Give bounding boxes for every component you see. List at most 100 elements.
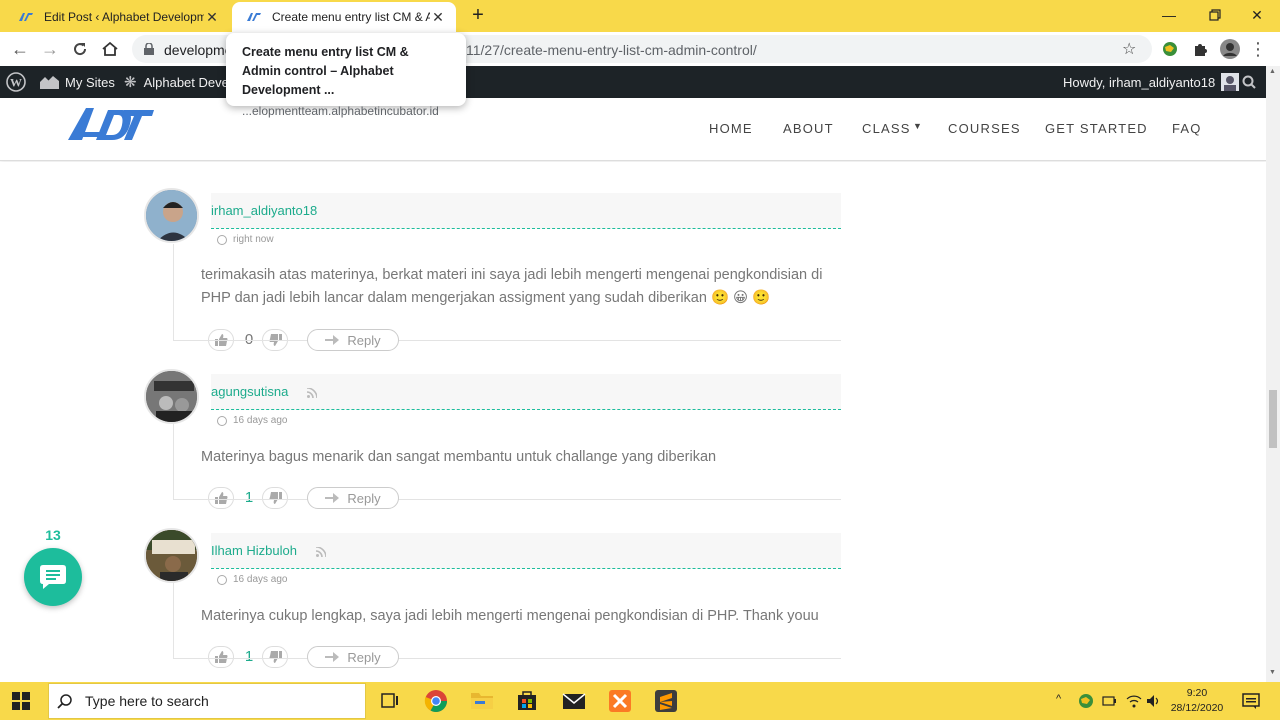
comment-divider <box>173 340 841 341</box>
clock-icon <box>217 234 227 245</box>
adt-favicon-icon <box>18 12 34 22</box>
search-icon[interactable] <box>1242 66 1256 98</box>
comment-text: terimakasih atas materinya, berkat mater… <box>201 267 823 306</box>
comment-divider <box>173 658 841 659</box>
url-text: developme <box>164 42 233 58</box>
tray-globe-icon[interactable] <box>1078 693 1094 714</box>
tab-title: Create menu entry list CM & Adm <box>272 10 430 24</box>
rss-icon <box>316 547 326 557</box>
windows-taskbar: Type here to search ^ 9:20 28/12/2020 <box>0 682 1280 720</box>
thumbs-down-icon[interactable] <box>262 646 288 668</box>
extensions-puzzle-icon[interactable] <box>1188 37 1212 61</box>
sublime-text-icon[interactable] <box>654 689 678 713</box>
reply-button[interactable]: Reply <box>307 487 399 509</box>
reply-button[interactable]: Reply <box>307 646 399 668</box>
chrome-icon[interactable] <box>424 689 448 713</box>
task-view-icon[interactable] <box>378 689 402 713</box>
nav-home[interactable]: HOME <box>709 121 753 136</box>
tab-title: Edit Post ‹ Alphabet Developmen <box>44 10 204 24</box>
reply-label: Reply <box>347 649 381 665</box>
reply-label: Reply <box>347 332 381 348</box>
page-scrollbar[interactable]: ▲ ▼ <box>1266 66 1280 682</box>
close-tab-icon[interactable]: ✕ <box>204 9 220 26</box>
wordpress-logo-icon[interactable]: W <box>6 66 26 98</box>
comment-text: Materinya bagus menarik dan sangat memba… <box>201 449 717 465</box>
wp-admin-bar: W My Sites ❋ Alphabet Deve Howdy, irham_… <box>0 66 1268 98</box>
volume-icon[interactable] <box>1146 693 1162 714</box>
restore-icon[interactable] <box>1192 0 1238 30</box>
comment-text: Materinya cukup lengkap, saya jadi lebih… <box>201 608 819 624</box>
wifi-icon[interactable] <box>1126 694 1142 713</box>
svg-text:W: W <box>10 76 22 90</box>
browser-tab-edit-post[interactable]: Edit Post ‹ Alphabet Developmen ✕ <box>4 2 230 32</box>
dropdown-caret-icon: ▼ <box>913 121 922 131</box>
adt-logo[interactable] <box>66 106 154 147</box>
adt-favicon-icon <box>246 12 262 22</box>
close-tab-icon[interactable]: ✕ <box>430 9 446 26</box>
browser-menu-icon[interactable]: ⋮ <box>1246 37 1270 61</box>
taskbar-search-input[interactable]: Type here to search <box>48 683 366 719</box>
system-clock[interactable]: 9:20 28/12/2020 <box>1162 686 1232 716</box>
account-menu[interactable]: Howdy, irham_aldiyanto18 <box>1063 66 1240 98</box>
reply-arrow-icon <box>325 493 340 503</box>
thumbs-down-icon[interactable] <box>262 487 288 509</box>
clock-icon <box>217 415 227 426</box>
my-sites-label: My Sites <box>65 74 115 90</box>
chat-bubble-icon <box>40 565 66 589</box>
profile-avatar-icon[interactable] <box>1218 37 1242 61</box>
reply-button[interactable]: Reply <box>307 329 399 351</box>
forward-icon[interactable]: → <box>38 37 62 61</box>
browser-tab-active[interactable]: Create menu entry list CM & Adm ✕ <box>232 2 456 32</box>
comment-time-text: 16 days ago <box>233 574 288 585</box>
new-tab-button[interactable]: + <box>466 4 490 27</box>
nav-courses[interactable]: COURSES <box>948 121 1021 136</box>
mail-icon[interactable] <box>562 689 586 713</box>
avatar <box>144 188 199 243</box>
comment-time: right now <box>217 234 274 245</box>
comment-header: Ilham Hizbuloh <box>211 533 841 569</box>
minimize-icon[interactable]: — <box>1146 0 1192 30</box>
home-icon[interactable] <box>98 37 122 61</box>
back-icon[interactable]: ← <box>8 37 32 61</box>
site-name-menu[interactable]: ❋ Alphabet Deve <box>124 66 229 98</box>
reload-icon[interactable] <box>68 37 92 61</box>
nav-get-started[interactable]: GET STARTED <box>1045 121 1148 136</box>
notifications-icon[interactable] <box>1242 692 1260 715</box>
site-name-label: Alphabet Deve <box>143 74 229 90</box>
nav-about[interactable]: ABOUT <box>783 121 834 136</box>
scroll-up-arrow-icon[interactable]: ▲ <box>1269 68 1276 75</box>
scrollbar-thumb[interactable] <box>1269 390 1277 448</box>
nav-class[interactable]: CLASS <box>862 121 911 136</box>
user-avatar-icon <box>1221 73 1240 91</box>
battery-plug-icon[interactable] <box>1102 694 1118 713</box>
file-explorer-icon[interactable] <box>470 689 494 713</box>
comment-time: 16 days ago <box>217 415 288 426</box>
xampp-icon[interactable] <box>608 689 632 713</box>
comment-header: agungsutisna <box>211 374 841 410</box>
windows-start-icon[interactable] <box>12 689 36 713</box>
vote-count: 1 <box>244 648 254 665</box>
comments-bubble-button[interactable] <box>24 548 82 606</box>
nav-faq[interactable]: FAQ <box>1172 121 1202 136</box>
comment-author[interactable]: agungsutisna <box>211 384 288 399</box>
comment-count-badge: 13 <box>45 527 61 543</box>
my-sites-menu[interactable]: My Sites <box>40 66 115 98</box>
tab-hover-card: Create menu entry list CM & Admin contro… <box>226 33 466 118</box>
comment-time-text: 16 days ago <box>233 415 288 426</box>
comment-author[interactable]: Ilham Hizbuloh <box>211 543 297 558</box>
thumbs-up-icon[interactable] <box>208 487 234 509</box>
avatar <box>144 369 199 424</box>
extension-globe-icon[interactable] <box>1158 37 1182 61</box>
clock-time: 9:20 <box>1186 687 1208 699</box>
comment-time-text: right now <box>233 234 274 245</box>
close-window-icon[interactable]: ✕ <box>1234 0 1280 30</box>
show-hidden-icons-chevron-icon[interactable]: ^ <box>1056 693 1061 705</box>
clock-icon <box>217 574 227 585</box>
thumbs-up-icon[interactable] <box>208 646 234 668</box>
bookmark-star-icon[interactable]: ☆ <box>1122 39 1136 59</box>
comment-author[interactable]: irham_aldiyanto18 <box>211 203 317 218</box>
store-icon[interactable] <box>516 689 540 713</box>
scroll-down-arrow-icon[interactable]: ▼ <box>1269 669 1276 676</box>
houses-icon <box>40 76 59 89</box>
comment-header: irham_aldiyanto18 <box>211 193 841 229</box>
